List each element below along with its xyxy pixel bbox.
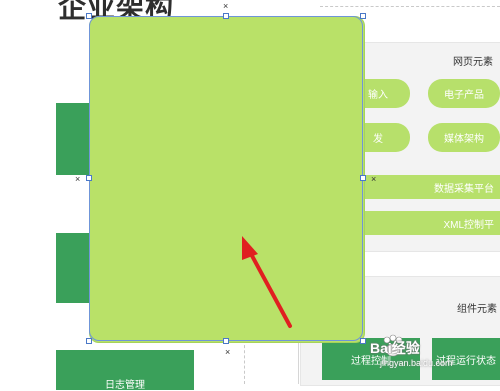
annotation-arrow-icon [242, 236, 292, 328]
left-block-2[interactable] [56, 233, 90, 303]
connection-point-right-icon[interactable]: × [371, 175, 376, 184]
pill-media-arch-label: 媒体架构 [444, 134, 484, 145]
bar-data-collection[interactable]: 数据采集平台 [346, 175, 500, 199]
watermark-url: jingyan.baidu.com [380, 358, 453, 368]
resize-handle-top-right[interactable] [360, 13, 366, 19]
resize-handle-middle-left[interactable] [86, 175, 92, 181]
pill-dev-label: 发 [373, 134, 383, 145]
resize-handle-middle-right[interactable] [360, 175, 366, 181]
resize-handle-bottom-center[interactable] [223, 338, 229, 344]
guide-line-bottom [244, 340, 245, 384]
resize-handle-bottom-left[interactable] [86, 338, 92, 344]
pill-media-arch[interactable]: 媒体架构 [428, 123, 500, 152]
pill-electronics-label: 电子产品 [444, 90, 484, 101]
connection-point-left-icon[interactable]: × [75, 175, 80, 184]
left-block-1[interactable] [56, 103, 90, 175]
left-block-log[interactable]: 日志管理 [56, 350, 194, 391]
connection-point-bottom-icon[interactable]: × [225, 348, 230, 357]
bar-xml-control[interactable]: XML控制平 [346, 211, 500, 235]
resize-handle-top-left[interactable] [86, 13, 92, 19]
bar-data-collection-label: 数据采集平台 [434, 183, 494, 195]
panel-component-title: 组件元素 [457, 304, 497, 315]
resize-handle-bottom-right[interactable] [360, 338, 366, 344]
panel-web-title: 网页元素 [453, 57, 493, 68]
connection-point-top-icon[interactable]: × [223, 2, 228, 11]
resize-handle-top-center[interactable] [223, 13, 229, 19]
pill-input-label: 输入 [368, 90, 388, 101]
selected-shape[interactable] [89, 16, 365, 343]
guide-line-top [320, 6, 500, 7]
divider-line [298, 340, 299, 384]
watermark-brand: Bai经验 [370, 340, 420, 356]
watermark: Bai经验 jingyan.baidu.com [370, 334, 500, 378]
bar-xml-control-label: XML控制平 [443, 219, 494, 231]
pill-electronics[interactable]: 电子产品 [428, 79, 500, 108]
